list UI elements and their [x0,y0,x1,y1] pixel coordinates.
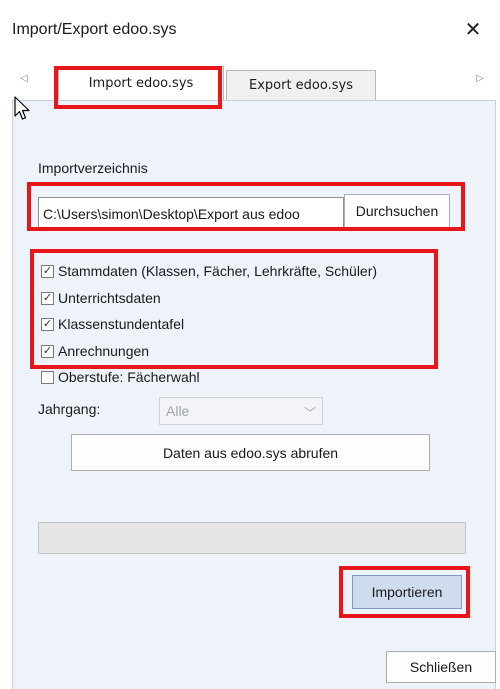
checkbox-checked-icon[interactable]: ✓ [41,264,54,278]
progress-bar [38,522,466,554]
checkbox-checked-icon[interactable]: ✓ [41,317,54,331]
checkbox-unchecked-icon[interactable] [41,370,54,384]
checkbox-checked-icon[interactable]: ✓ [41,344,54,358]
option-stammdaten[interactable]: ✓ Stammdaten (Klassen, Fächer, Lehrkräft… [41,261,377,281]
tab-export[interactable]: Export edoo.sys [226,70,376,100]
jahrgang-select[interactable]: Alle ﹀ [159,397,323,425]
import-button[interactable]: Importieren [352,575,462,609]
option-label: Unterrichtsdaten [58,290,161,306]
option-oberstufe[interactable]: Oberstufe: Fächerwahl [41,367,200,387]
import-dir-input[interactable]: C:\Users\simon\Desktop\Export aus edoo [38,197,344,231]
import-panel: Importverzeichnis C:\Users\simon\Desktop… [12,100,496,689]
tab-scroll-left-icon[interactable]: ◁ [14,66,34,90]
mouse-cursor-icon [14,96,30,120]
title-bar: Import/Export edoo.sys ✕ [0,0,500,56]
checkbox-checked-icon[interactable]: ✓ [41,291,54,305]
option-unterrichtsdaten[interactable]: ✓ Unterrichtsdaten [41,288,161,308]
window-title: Import/Export edoo.sys [12,21,177,38]
close-icon[interactable]: ✕ [456,12,490,46]
browse-button[interactable]: Durchsuchen [344,194,450,228]
chevron-down-icon: ﹀ [303,406,316,420]
option-label: Klassenstundentafel [58,316,185,332]
option-klassenstundentafel[interactable]: ✓ Klassenstundentafel [41,314,184,334]
close-dialog-button[interactable]: Schließen [386,651,496,683]
tab-strip: ◁ Import edoo.sys Export edoo.sys ▷ [12,60,496,100]
import-dir-value: C:\Users\simon\Desktop\Export aus edoo [43,206,300,222]
option-anrechnungen[interactable]: ✓ Anrechnungen [41,341,149,361]
option-label: Stammdaten (Klassen, Fächer, Lehrkräfte,… [58,263,378,279]
option-label: Anrechnungen [58,343,150,359]
jahrgang-label: Jahrgang: [38,401,101,417]
option-label: Oberstufe: Fächerwahl [58,369,200,385]
fetch-data-button[interactable]: Daten aus edoo.sys abrufen [71,434,430,471]
jahrgang-value: Alle [166,403,190,419]
tab-import[interactable]: Import edoo.sys [58,66,224,100]
tab-scroll-right-icon[interactable]: ▷ [470,66,490,90]
import-dir-label: Importverzeichnis [38,160,148,176]
